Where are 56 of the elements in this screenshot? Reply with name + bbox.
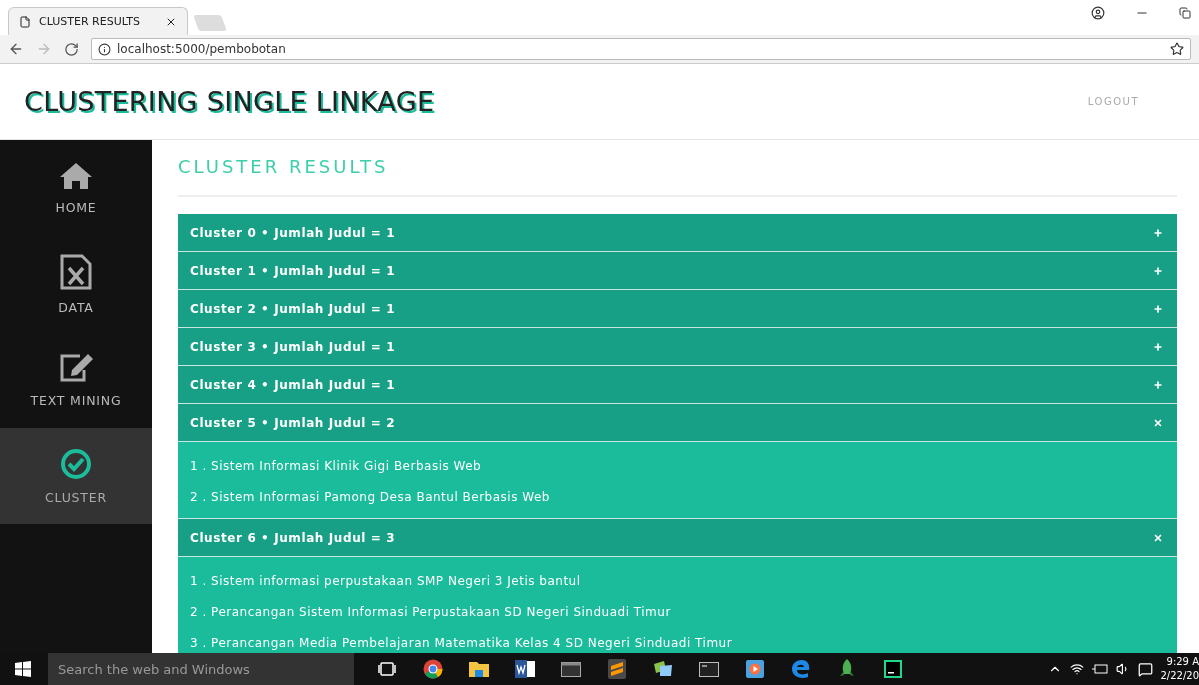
terminal-icon[interactable] [699,661,719,677]
cluster-header[interactable]: Cluster 4 • Jumlah Judul = 1 [178,366,1177,404]
page-icon [19,15,31,28]
document-title: 1 . Sistem Informasi Klinik Gigi Berbasis Web [190,457,483,475]
battery-icon[interactable] [1092,663,1108,675]
document-title: 3 . Perancangan Media Pembelajaran Matematika Kelas 4 SD Negeri Sinduadi Timur [190,634,734,652]
home-icon [59,161,93,190]
sidebar-item[interactable]: HOME [0,140,152,236]
sticky-notes-icon[interactable] [653,661,673,677]
cluster-header[interactable]: Cluster 2 • Jumlah Judul = 1 [178,290,1177,328]
sublime-icon[interactable] [608,659,626,679]
cluster-header[interactable]: Cluster 5 • Jumlah Judul = 2 [178,404,1177,442]
plus-icon[interactable] [1153,341,1163,352]
cluster-header[interactable]: Cluster 6 • Jumlah Judul = 3 [178,519,1177,557]
wifi-icon[interactable] [1070,662,1084,676]
document-title: 2 . Perancangan Sistem Informasi Perpustakaan SD Negeri Sinduadi Timur [190,603,672,621]
address-field[interactable]: localhost:5000/pembobotan [91,38,1191,60]
cluster-header[interactable]: Cluster 3 • Jumlah Judul = 1 [178,328,1177,366]
edit-icon [58,352,94,383]
plus-icon[interactable] [1153,227,1163,238]
logout-link[interactable]: LOGOUT [1087,96,1139,107]
profile-icon[interactable] [1091,6,1105,20]
plus-icon[interactable] [1153,265,1163,276]
pycharm-icon[interactable] [884,660,902,678]
task-view-icon[interactable] [378,662,396,676]
clock-time: 9:29 A [1166,655,1199,669]
browser-tab[interactable]: CLUSTER RESULTS [8,7,188,35]
sidebar-item[interactable]: TEXT MINING [0,332,152,428]
edge-icon[interactable] [791,659,811,679]
plus-icon[interactable] [1153,303,1163,314]
search-field[interactable]: Search the web and Windows [48,653,354,685]
reload-icon[interactable] [64,41,79,57]
spreadsheet-file-icon [60,253,92,290]
sidebar-item[interactable]: CLUSTER [0,428,152,524]
terminal-icon[interactable] [561,661,581,677]
sidebar-item[interactable]: DATA [0,236,152,332]
rocket-icon[interactable] [839,659,855,679]
notification-icon[interactable] [1138,661,1153,677]
check-circle-icon [60,447,92,480]
restore-icon[interactable] [1179,7,1191,19]
word-icon[interactable] [515,660,535,678]
clock-date: 2/22/20 [1161,669,1199,683]
folder-icon[interactable] [469,661,489,677]
cluster-header[interactable]: Cluster 1 • Jumlah Judul = 1 [178,252,1177,290]
page-title: CLUSTER RESULTS [178,156,1177,197]
media-player-icon[interactable] [746,660,764,678]
cluster-header[interactable]: Cluster 0 • Jumlah Judul = 1 [178,214,1177,252]
chrome-icon[interactable] [423,659,443,679]
back-icon[interactable] [8,41,24,57]
windows-logo-icon[interactable] [15,661,31,677]
info-icon [98,42,111,56]
plus-icon[interactable] [1153,379,1163,390]
document-title: 1 . Sistem informasi perpustakaan SMP Negeri 3 Jetis bantul [190,572,582,590]
site-title: CLUSTERING SINGLE LINKAGE [24,86,435,117]
document-title: 2 . Sistem Informasi Pamong Desa Bantul Berbasis Web [190,488,551,506]
bookmark-star-icon[interactable] [1170,42,1184,56]
